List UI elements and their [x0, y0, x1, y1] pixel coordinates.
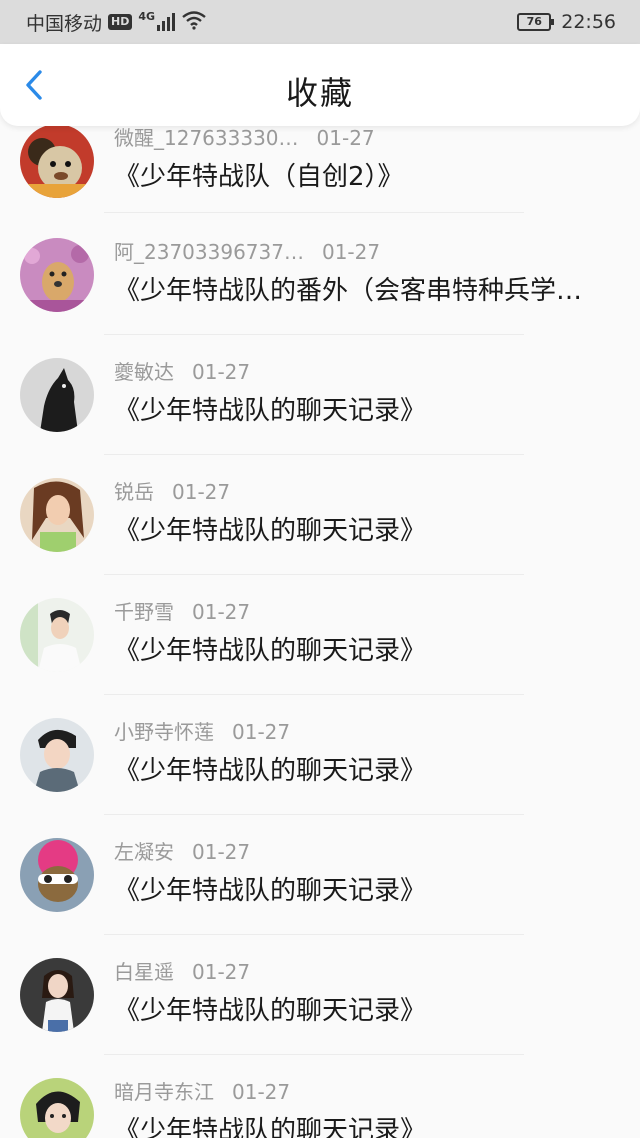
- author-name: 白星遥: [114, 960, 174, 984]
- avatar: [20, 478, 94, 552]
- item-date: 01-27: [232, 720, 291, 744]
- divider: [104, 1054, 524, 1055]
- list-item[interactable]: 阿_23703396737… 01-27 《少年特战队的番外（会客串特种兵学…: [0, 220, 640, 340]
- item-title: 《少年特战队的聊天记录》: [114, 996, 427, 1026]
- divider: [104, 934, 524, 935]
- avatar: [20, 838, 94, 912]
- item-date: 01-27: [321, 240, 381, 264]
- author-name: 暗月寺东江: [114, 1080, 214, 1104]
- item-title: 《少年特战队的聊天记录》: [114, 516, 427, 546]
- item-title: 《少年特战队的聊天记录》: [114, 876, 427, 906]
- item-meta: 微醒_127633330… 01-27: [114, 122, 375, 151]
- item-title: 《少年特战队的番外（会客串特种兵学…: [114, 276, 583, 306]
- list-item[interactable]: 夔敏达 01-27 《少年特战队的聊天记录》: [0, 340, 640, 460]
- avatar: [20, 358, 94, 432]
- list-item[interactable]: 左凝安 01-27 《少年特战队的聊天记录》: [0, 820, 640, 940]
- author-name: 小野寺怀莲: [114, 720, 214, 744]
- item-meta: 夔敏达 01-27: [114, 356, 250, 385]
- item-meta: 小野寺怀莲 01-27: [114, 716, 290, 745]
- item-date: 01-27: [316, 126, 375, 150]
- author-name: 千野雪: [114, 600, 174, 624]
- divider: [104, 574, 524, 575]
- author-name: 左凝安: [114, 840, 174, 864]
- list-item[interactable]: 锐岳 01-27 《少年特战队的聊天记录》: [0, 460, 640, 580]
- divider: [104, 454, 524, 455]
- item-date: 01-27: [192, 360, 251, 384]
- avatar: [20, 958, 94, 1032]
- item-meta: 阿_23703396737… 01-27: [114, 236, 380, 265]
- list-item[interactable]: 暗月寺东江 01-27 《少年特战队的聊天记录》: [0, 1060, 640, 1138]
- item-meta: 千野雪 01-27: [114, 596, 250, 625]
- item-meta: 左凝安 01-27: [114, 836, 250, 865]
- item-meta: 暗月寺东江 01-27: [114, 1076, 290, 1105]
- avatar: [20, 1078, 94, 1138]
- item-title: 《少年特战队的聊天记录》: [114, 636, 427, 666]
- item-date: 01-27: [172, 480, 231, 504]
- favorites-list: 微醒_127633330… 01-27 《少年特战队（自创2）》 阿_237033…: [0, 0, 640, 1138]
- divider: [104, 694, 524, 695]
- list-item[interactable]: 千野雪 01-27 《少年特战队的聊天记录》: [0, 580, 640, 700]
- author-name: 微醒_127633330…: [114, 126, 299, 150]
- item-meta: 锐岳 01-27: [114, 476, 230, 505]
- item-date: 01-27: [232, 1080, 291, 1104]
- avatar: [20, 598, 94, 672]
- divider: [104, 334, 524, 335]
- item-date: 01-27: [192, 600, 251, 624]
- author-name: 夔敏达: [114, 360, 174, 384]
- item-date: 01-27: [192, 840, 251, 864]
- avatar: [20, 718, 94, 792]
- item-meta: 白星遥 01-27: [114, 956, 250, 985]
- list-item[interactable]: 白星遥 01-27 《少年特战队的聊天记录》: [0, 940, 640, 1060]
- author-name: 阿_23703396737…: [114, 240, 304, 264]
- avatar: [20, 124, 94, 198]
- list-item[interactable]: 小野寺怀莲 01-27 《少年特战队的聊天记录》: [0, 700, 640, 820]
- page-title: 收藏: [285, 74, 354, 112]
- navigation-bar: 收藏: [0, 44, 640, 126]
- divider: [104, 814, 524, 815]
- item-title: 《少年特战队的聊天记录》: [114, 756, 427, 786]
- divider: [104, 212, 524, 213]
- avatar: [20, 238, 94, 312]
- item-title: 《少年特战队的聊天记录》: [114, 396, 427, 426]
- author-name: 锐岳: [114, 480, 154, 504]
- item-title: 《少年特战队的聊天记录》: [114, 1116, 427, 1138]
- item-title: 《少年特战队（自创2）》: [114, 162, 404, 192]
- item-date: 01-27: [192, 960, 251, 984]
